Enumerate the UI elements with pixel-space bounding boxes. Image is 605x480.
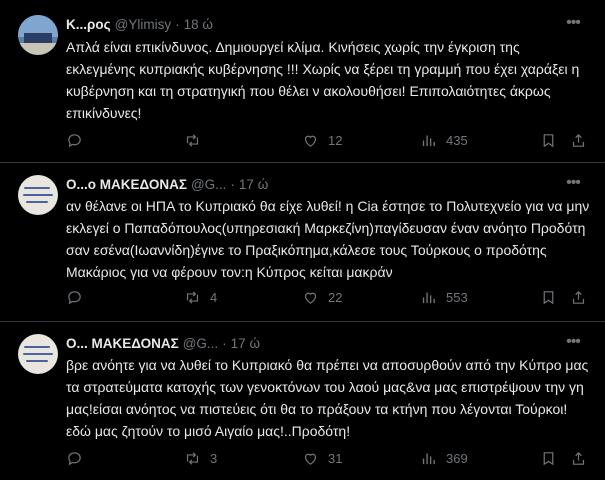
bookmark-button[interactable] bbox=[540, 287, 566, 307]
timestamp[interactable]: 17 ώ bbox=[239, 177, 268, 192]
tweet-text: Απλά είναι επικίνδυνος. Δημιουργεί κλίμα… bbox=[66, 39, 580, 121]
tweet[interactable]: Κ...ρος @Ylimisy · 18 ώ ••• Απλά είναι ε… bbox=[0, 0, 605, 163]
separator-dot: · bbox=[230, 176, 235, 192]
views-count: 553 bbox=[446, 289, 468, 305]
avatar[interactable] bbox=[18, 15, 58, 55]
bookmark-icon bbox=[543, 290, 554, 304]
timestamp[interactable]: 18 ώ bbox=[184, 17, 213, 32]
retweet-button[interactable]: 3 bbox=[184, 448, 217, 468]
tweet-actions: 12 435 bbox=[66, 130, 596, 150]
bookmark-button[interactable] bbox=[540, 448, 566, 468]
like-button[interactable]: 31 bbox=[302, 448, 342, 468]
views-count: 435 bbox=[446, 132, 468, 148]
retweet-button[interactable] bbox=[184, 130, 210, 150]
author-name[interactable]: Κ...ρος bbox=[66, 17, 111, 32]
retweet-button[interactable]: 4 bbox=[184, 287, 217, 307]
author-name[interactable]: Ο...ο ΜΑΚΕΔΟΝΑΣ bbox=[66, 177, 187, 192]
like-count: 12 bbox=[328, 132, 343, 148]
retweet-count: 4 bbox=[210, 289, 218, 305]
share-icon bbox=[572, 451, 585, 465]
reply-button[interactable] bbox=[66, 287, 92, 307]
avatar[interactable] bbox=[18, 334, 58, 374]
views-icon bbox=[422, 453, 435, 464]
heart-icon bbox=[304, 453, 317, 465]
views-button[interactable]: 435 bbox=[420, 130, 468, 150]
share-button[interactable] bbox=[570, 130, 596, 150]
tweet-text: αν θέλανε οι ΗΠΑ το Κυπριακό θα είχε λυθ… bbox=[66, 198, 590, 280]
tweet-actions: 3 31 369 bbox=[66, 448, 596, 468]
separator-dot: · bbox=[222, 335, 227, 351]
bookmark-button[interactable] bbox=[540, 130, 566, 150]
tweet[interactable]: Ο...ο ΜΑΚΕΔΟΝΑΣ @G... · 17 ώ ••• αν θέλα… bbox=[0, 163, 605, 322]
share-button[interactable] bbox=[570, 287, 596, 307]
author-name[interactable]: Ο... ΜΑΚΕΔΟΝΑΣ bbox=[66, 336, 179, 351]
heart-icon bbox=[304, 292, 317, 304]
tweet-header: Ο... ΜΑΚΕΔΟΝΑΣ @G... · 17 ώ bbox=[66, 334, 260, 352]
retweet-icon bbox=[186, 133, 199, 147]
author-handle[interactable]: @Ylimisy bbox=[115, 17, 171, 32]
views-button[interactable]: 369 bbox=[420, 448, 468, 468]
author-handle[interactable]: @G... bbox=[191, 177, 226, 192]
retweet-icon bbox=[186, 451, 199, 465]
share-icon bbox=[572, 290, 585, 304]
like-button[interactable]: 12 bbox=[302, 130, 342, 150]
tweet-header: Ο...ο ΜΑΚΕΔΟΝΑΣ @G... · 17 ώ bbox=[66, 175, 268, 193]
separator-dot: · bbox=[175, 16, 180, 32]
timestamp[interactable]: 17 ώ bbox=[231, 336, 260, 351]
bookmark-icon bbox=[543, 133, 554, 147]
reply-icon bbox=[68, 133, 81, 147]
heart-icon bbox=[304, 135, 317, 147]
author-handle[interactable]: @G... bbox=[183, 336, 218, 351]
reply-icon bbox=[68, 451, 81, 465]
tweet-header: Κ...ρος @Ylimisy · 18 ώ bbox=[66, 15, 213, 33]
like-button[interactable]: 22 bbox=[302, 287, 342, 307]
views-button[interactable]: 553 bbox=[420, 287, 468, 307]
avatar[interactable] bbox=[18, 175, 58, 215]
views-icon bbox=[422, 292, 435, 303]
retweet-icon bbox=[186, 290, 199, 304]
views-icon bbox=[422, 135, 435, 146]
more-icon[interactable]: ••• bbox=[563, 15, 583, 34]
tweet[interactable]: Ο... ΜΑΚΕΔΟΝΑΣ @G... · 17 ώ ••• βρε ανόη… bbox=[0, 322, 605, 480]
retweet-count: 3 bbox=[210, 450, 218, 466]
views-count: 369 bbox=[446, 450, 468, 466]
like-count: 22 bbox=[328, 289, 343, 305]
more-icon[interactable]: ••• bbox=[563, 334, 583, 353]
like-count: 31 bbox=[328, 450, 343, 466]
reply-button[interactable] bbox=[66, 130, 92, 150]
timeline-feed: Κ...ρος @Ylimisy · 18 ώ ••• Απλά είναι ε… bbox=[0, 0, 605, 480]
share-button[interactable] bbox=[570, 448, 596, 468]
tweet-actions: 4 22 553 bbox=[66, 287, 596, 307]
reply-button[interactable] bbox=[66, 448, 92, 468]
reply-icon bbox=[68, 290, 81, 304]
tweet-text: βρε ανόητε για να λυθεί το Κυπριακό θα π… bbox=[66, 357, 589, 439]
more-icon[interactable]: ••• bbox=[563, 175, 583, 194]
bookmark-icon bbox=[543, 451, 554, 465]
share-icon bbox=[572, 133, 585, 147]
